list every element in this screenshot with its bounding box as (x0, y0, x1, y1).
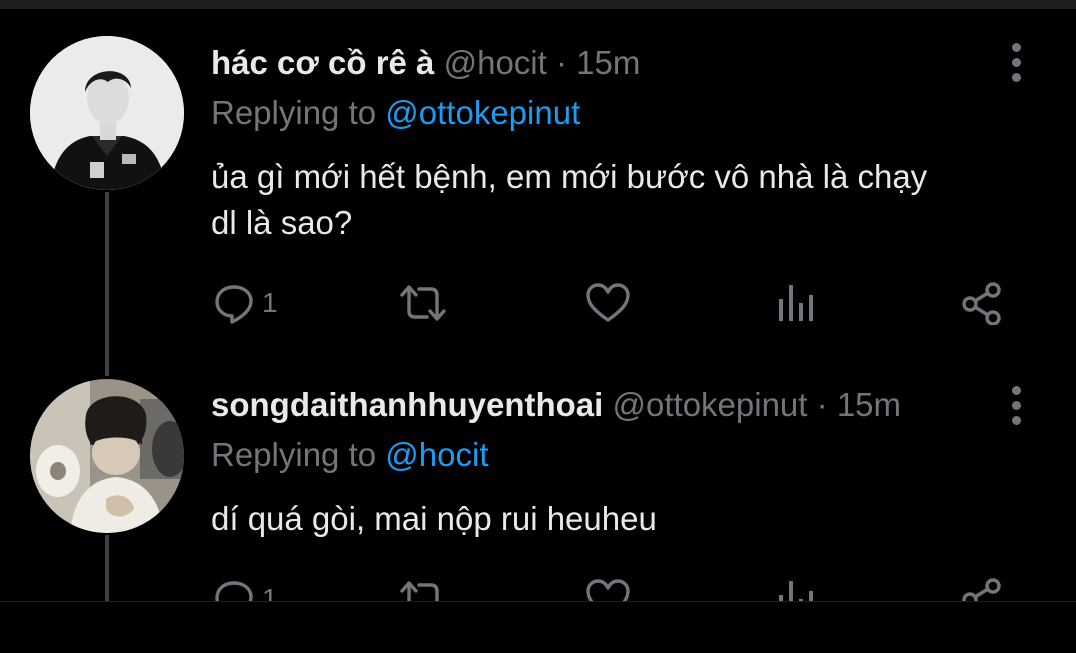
reply-button[interactable]: 1 (212, 278, 278, 328)
analytics-button[interactable] (775, 574, 819, 601)
retweet-icon (400, 285, 446, 321)
more-vertical-icon[interactable] (1006, 40, 1026, 86)
tweet-actions: 1 (0, 278, 1076, 328)
avatar-image (30, 36, 184, 190)
tweet-actions: 1 (0, 574, 1076, 601)
mention-link[interactable]: @ottokepinut (385, 94, 580, 131)
like-icon (586, 579, 630, 601)
replying-to: Replying to @hocit (211, 436, 489, 474)
tweet-text-line: ủa gì mới hết bệnh, em mới bước vô nhà l… (211, 158, 928, 195)
bottom-bar (0, 601, 1076, 653)
tweet-header: songdaithanhhuyenthoai @ottokepinut · 15… (211, 386, 901, 424)
display-name[interactable]: songdaithanhhuyenthoai (211, 386, 603, 423)
display-name[interactable]: hác cơ cồ rê à (211, 44, 434, 81)
timestamp[interactable]: 15m (837, 386, 901, 423)
share-icon (962, 282, 1001, 325)
separator-dot: · (816, 386, 828, 423)
replying-prefix: Replying to (211, 436, 377, 473)
replying-to: Replying to @ottokepinut (211, 94, 580, 132)
reply-icon (215, 285, 253, 324)
user-handle[interactable]: @hocit (444, 44, 547, 81)
like-button[interactable] (585, 574, 631, 601)
reply-icon (215, 581, 253, 601)
share-button[interactable] (960, 574, 1004, 601)
replying-prefix: Replying to (211, 94, 377, 131)
mention-link[interactable]: @hocit (385, 436, 488, 473)
more-vertical-icon[interactable] (1006, 383, 1026, 429)
tweet-header: hác cơ cồ rê à @hocit · 15m (211, 44, 640, 82)
user-handle[interactable]: @ottokepinut (613, 386, 808, 423)
tweet-text-line: dl là sao? (211, 204, 353, 241)
avatar-image (30, 379, 184, 533)
reply-count: 1 (262, 287, 278, 318)
reply-button[interactable]: 1 (212, 574, 278, 601)
like-button[interactable] (585, 278, 631, 328)
separator-dot: · (555, 44, 567, 81)
retweet-icon (400, 581, 439, 601)
avatar[interactable] (30, 36, 184, 190)
analytics-button[interactable] (775, 278, 819, 328)
avatar[interactable] (30, 379, 184, 533)
analytics-icon (779, 285, 813, 321)
share-icon (962, 578, 1001, 601)
tweet-text-line: dí quá gòi, mai nộp rui heuheu (211, 500, 657, 537)
timeline: hác cơ cồ rê à @hocit · 15m Replying to … (0, 0, 1076, 601)
timestamp[interactable]: 15m (576, 44, 640, 81)
retweet-button[interactable] (398, 574, 448, 601)
tweet-text: ủa gì mới hết bệnh, em mới bước vô nhà l… (211, 154, 1031, 246)
share-button[interactable] (960, 278, 1004, 328)
reply-count: 1 (262, 583, 278, 601)
analytics-icon (779, 581, 813, 601)
like-icon (586, 283, 630, 322)
tweet-text: dí quá gòi, mai nộp rui heuheu (211, 496, 1031, 542)
retweet-button[interactable] (398, 278, 448, 328)
